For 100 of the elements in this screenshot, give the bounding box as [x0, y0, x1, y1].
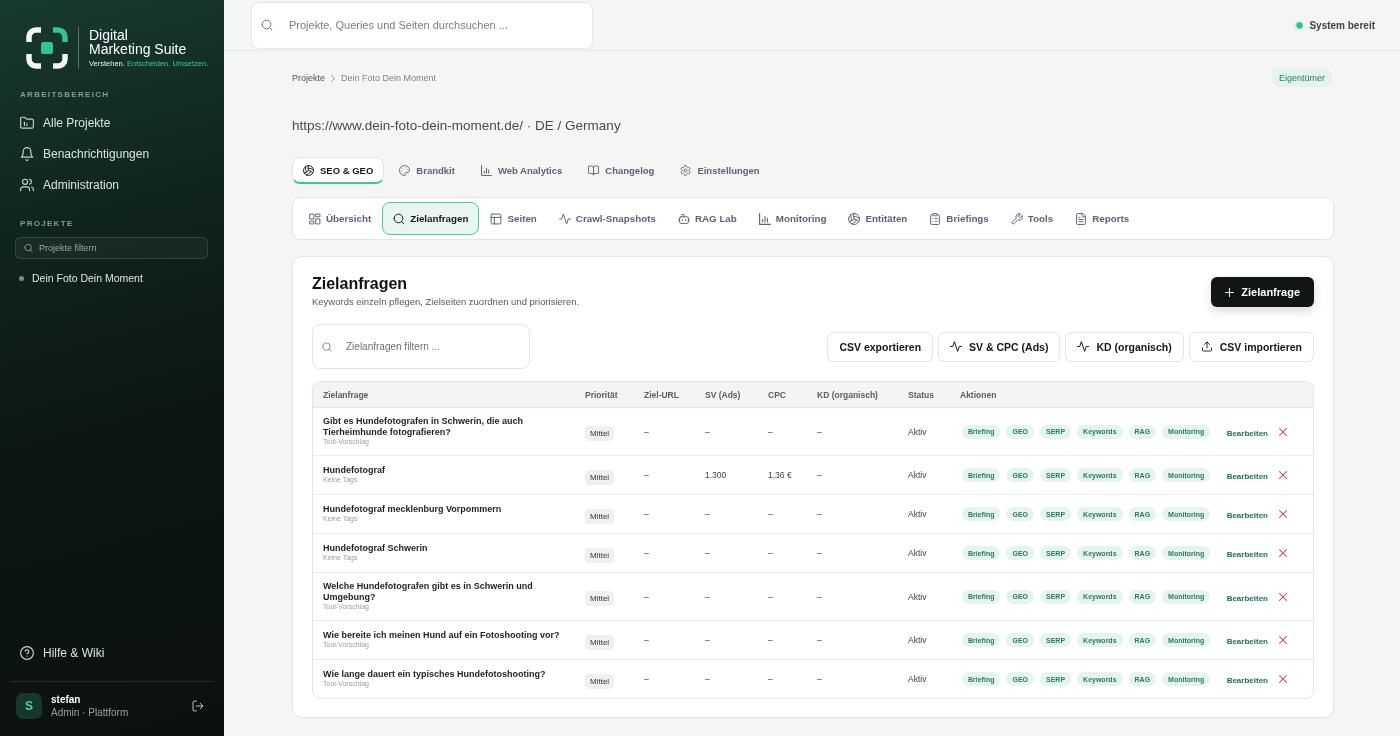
- query-text: Hundefotograf Schwerin: [323, 542, 429, 554]
- column-header: CPC: [768, 389, 787, 400]
- pulse-icon: [558, 212, 571, 225]
- query-text: Welche Hundefotografen gibt es in Schwerin und Umgebung?: [323, 581, 534, 602]
- edit-link[interactable]: Bearbeiten: [1226, 637, 1268, 646]
- subtab[interactable]: Seiten: [479, 202, 548, 235]
- subtab[interactable]: Entitäten: [837, 202, 919, 235]
- tab[interactable]: Changelog: [577, 157, 666, 184]
- ball-icon: [848, 212, 861, 225]
- x-icon: [1279, 471, 1287, 479]
- add-query-button[interactable]: Zielanfrage: [1211, 277, 1314, 307]
- table-cell-text: Aktiv: [908, 591, 928, 602]
- subtab[interactable]: Reports: [1064, 202, 1141, 235]
- table-cell-text: –: [817, 635, 823, 645]
- project-item[interactable]: Dein Foto Dein Moment: [0, 270, 224, 286]
- priority-badge: Mittel: [585, 634, 615, 650]
- tab[interactable]: Einstellungen: [669, 157, 771, 184]
- toolbar-button[interactable]: CSV importieren: [1188, 331, 1314, 362]
- table-cell-text: –: [768, 674, 774, 684]
- query-text: Wie bereite ich meinen Hund auf ein Fotoshooting vor?: [323, 629, 561, 641]
- user-role: Admin · Plattform: [51, 706, 130, 719]
- table-cell-text: –: [768, 635, 774, 645]
- subtab[interactable]: RAG Lab: [666, 202, 748, 235]
- edit-link[interactable]: Bearbeiten: [1226, 676, 1268, 685]
- edit-link[interactable]: Bearbeiten: [1226, 550, 1268, 559]
- search-field[interactable]: Projekte, Queries und Seiten durchsuchen ...: [251, 1, 593, 49]
- nav-item[interactable]: Alle Projekte: [0, 107, 224, 138]
- column-header: KD (organisch): [817, 389, 879, 400]
- section-heading: ARBEITSBEREICH: [20, 90, 111, 100]
- query-filter-field[interactable]: Zielanfragen filtern ...: [312, 324, 530, 369]
- edit-link[interactable]: Bearbeiten: [1226, 593, 1268, 603]
- subtab[interactable]: Crawl-Snapshots: [547, 202, 667, 235]
- tab[interactable]: SEO & GEO: [292, 157, 385, 184]
- ball-icon: [303, 164, 314, 176]
- breadcrumb-link[interactable]: Projekte: [292, 73, 326, 83]
- edit-link[interactable]: Bearbeiten: [1226, 472, 1268, 481]
- table-cell-text: –: [768, 426, 774, 437]
- nav-item[interactable]: Administration: [0, 169, 224, 200]
- section-heading: PROJEKTE: [20, 219, 75, 229]
- column-header: Zielanfrage: [322, 389, 370, 400]
- priority-badge: Mittel: [585, 591, 615, 606]
- x-icon: [1279, 510, 1287, 518]
- plus-icon: [1225, 287, 1235, 297]
- delete-button[interactable]: [1276, 633, 1290, 647]
- table-cell-text: –: [817, 509, 823, 519]
- nav-item[interactable]: Benachrichtigungen: [0, 138, 224, 169]
- table-cell-text: –: [768, 548, 774, 558]
- table-cell-text: –: [768, 509, 774, 519]
- subtab[interactable]: Übersicht: [298, 202, 383, 235]
- subtab[interactable]: Tools: [999, 202, 1065, 235]
- pulse-icon: [950, 341, 963, 352]
- grid-icon: [309, 212, 321, 225]
- status-dot-icon: [1294, 19, 1306, 31]
- bell-icon: [20, 146, 34, 161]
- table-cell-text: –: [817, 426, 823, 437]
- upload-icon: [1200, 341, 1213, 352]
- panel-title: Zielanfragen: [312, 275, 409, 293]
- robot-icon: [677, 212, 690, 225]
- column-header: SV (Ads): [705, 389, 742, 400]
- subtab[interactable]: Zielanfragen: [382, 202, 480, 235]
- delete-button[interactable]: [1276, 672, 1290, 686]
- table-cell-text: –: [705, 674, 711, 684]
- subtab[interactable]: Monitoring: [747, 202, 838, 235]
- edit-link[interactable]: Bearbeiten: [1226, 511, 1268, 520]
- x-icon: [1279, 427, 1287, 436]
- column-header: Ziel-URL: [644, 389, 680, 400]
- brand-name: Digital: [89, 27, 128, 42]
- users-icon: [20, 177, 34, 192]
- table-cell-text: Aktiv: [908, 470, 928, 480]
- priority-badge: Mittel: [585, 673, 615, 689]
- project-url: https://www.dein-foto-dein-moment.de/ · DE / Germany: [292, 118, 622, 134]
- table-cell-text: 1,36 €: [768, 470, 793, 480]
- table-cell-text: –: [817, 674, 823, 684]
- delete-button[interactable]: [1276, 468, 1290, 482]
- help-link[interactable]: Hilfe & Wiki: [0, 638, 224, 668]
- x-icon: [1279, 549, 1287, 557]
- delete-button[interactable]: [1276, 507, 1290, 521]
- tab[interactable]: Web Analytics: [469, 157, 574, 184]
- status-text: System bereit: [1309, 19, 1375, 31]
- table-cell-text: –: [644, 674, 650, 684]
- folder-icon: [20, 115, 34, 130]
- tab[interactable]: Brandkit: [388, 157, 466, 184]
- avatar-initial: S: [16, 693, 42, 719]
- table-cell-text: –: [644, 470, 650, 480]
- subtab[interactable]: Briefings: [918, 202, 1000, 235]
- query-text: Wie lange dauert ein typisches Hundefotoshooting?: [323, 668, 547, 680]
- table-cell-text: Aktiv: [908, 509, 928, 519]
- column-header: Status: [908, 389, 935, 400]
- toolbar-button[interactable]: KD (organisch): [1065, 331, 1184, 362]
- priority-badge: Mittel: [585, 426, 615, 441]
- toolbar-button[interactable]: CSV exportieren: [827, 331, 934, 362]
- edit-link[interactable]: Bearbeiten: [1226, 428, 1268, 438]
- toolbar-button[interactable]: SV & CPC (Ads): [938, 331, 1061, 362]
- document-icon: [1075, 212, 1088, 225]
- x-icon: [1279, 675, 1287, 683]
- column-header: Aktionen: [960, 389, 998, 400]
- breadcrumb-link[interactable]: Dein Foto Dein Moment: [341, 73, 437, 83]
- delete-button[interactable]: [1276, 546, 1290, 560]
- query-text: Hundefotograf: [323, 464, 386, 476]
- wrench-icon: [1010, 212, 1023, 225]
